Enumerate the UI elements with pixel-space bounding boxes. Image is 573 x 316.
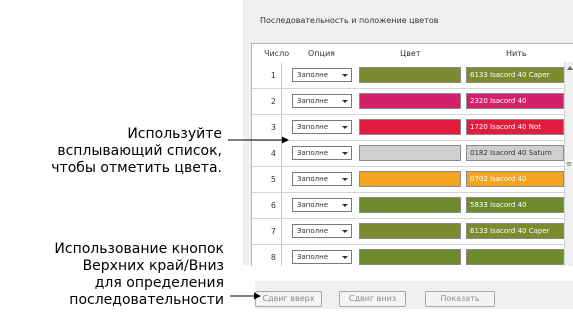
option-dropdown-value: Заполне	[297, 149, 328, 157]
option-dropdown-value: Заполне	[297, 227, 328, 235]
row-number: 1	[252, 63, 282, 89]
option-dropdown[interactable]: Заполне	[292, 120, 352, 134]
color-swatch[interactable]	[359, 145, 461, 161]
callout-buttons-line: последовательности	[69, 292, 224, 308]
thread-label	[466, 249, 564, 265]
chevron-down-icon[interactable]	[342, 126, 348, 129]
row-number: 5	[252, 167, 282, 193]
chevron-down-icon[interactable]	[342, 152, 348, 155]
option-dropdown-value: Заполне	[297, 201, 328, 209]
option-dropdown[interactable]: Заполне	[292, 146, 352, 160]
move-up-button[interactable]: Сдвиг вверх	[255, 291, 322, 307]
thread-label: 2320 Isacord 40	[466, 93, 564, 109]
panel-title: Последовательность и положение цветов	[260, 16, 439, 25]
option-dropdown-value: Заполне	[297, 71, 328, 79]
show-button[interactable]: Показать	[425, 291, 495, 307]
option-dropdown[interactable]: Заполне	[292, 198, 352, 212]
chevron-down-icon[interactable]	[342, 204, 348, 207]
chevron-down-icon[interactable]	[342, 178, 348, 181]
option-dropdown-value: Заполне	[297, 123, 328, 131]
column-header-number: Число	[264, 49, 290, 58]
thread-label: 6133 Isacord 40 Caper	[466, 223, 564, 239]
color-row[interactable]: 7 Заполне 6133 Isacord 40 Caper	[252, 219, 564, 245]
option-dropdown-value: Заполне	[297, 175, 328, 183]
option-dropdown-value: Заполне	[297, 253, 328, 261]
column-header-color: Цвет	[400, 49, 421, 58]
color-row[interactable]: 6 Заполне 5833 Isacord 40	[252, 193, 564, 219]
scroll-grip-icon[interactable]: ≡	[566, 159, 572, 169]
button-bar: Сдвиг вверх Сдвиг вниз Показать	[255, 281, 573, 309]
callout-dropdown-line: всплывающий список,	[57, 143, 222, 159]
callout-buttons-line: для определения	[94, 275, 224, 291]
move-down-button[interactable]: Сдвиг вниз	[339, 291, 406, 307]
thread-label: 6133 Isacord 40 Caper	[466, 67, 564, 83]
callout-dropdown-line: чтобы отметить цвета.	[51, 160, 222, 176]
chevron-down-icon[interactable]	[342, 256, 348, 259]
option-dropdown[interactable]: Заполне	[292, 172, 352, 186]
thread-label: 0702 Isacord 40	[466, 171, 564, 187]
callout-buttons-line: Использование кнопок	[54, 241, 224, 257]
color-row[interactable]: 2 Заполне 2320 Isacord 40	[252, 89, 564, 115]
chevron-down-icon[interactable]	[342, 230, 348, 233]
color-swatch[interactable]	[359, 197, 461, 213]
color-row[interactable]: 3 Заполне 1720 Isacord 40 Not	[252, 115, 564, 141]
thread-label: 0182 Isacord 40 Saturn	[466, 145, 564, 161]
row-number: 7	[252, 219, 282, 245]
color-swatch[interactable]	[359, 171, 461, 187]
color-row[interactable]: 1 Заполне 6133 Isacord 40 Caper	[252, 63, 564, 89]
color-sequence-list[interactable]: Число Опция Цвет Нить 1 Заполне 6133 Isaco…	[251, 43, 573, 266]
color-swatch[interactable]	[359, 119, 461, 135]
row-number: 3	[252, 115, 282, 141]
row-number: 8	[252, 245, 282, 266]
callout-dropdown: Используйте всплывающий список, чтобы от…	[40, 126, 222, 177]
list-header: Число Опция Цвет Нить	[252, 44, 573, 62]
row-number: 6	[252, 193, 282, 219]
option-dropdown[interactable]: Заполне	[292, 68, 352, 82]
chevron-down-icon[interactable]	[342, 74, 348, 77]
thread-label: 5833 Isacord 40	[466, 197, 564, 213]
option-dropdown[interactable]: Заполне	[292, 224, 352, 238]
list-scrollbar[interactable]: ≡	[564, 62, 573, 266]
color-row[interactable]: 8 Заполне	[252, 245, 564, 266]
column-header-thread: Нить	[506, 49, 527, 58]
option-dropdown-value: Заполне	[297, 97, 328, 105]
column-header-option: Опция	[308, 49, 335, 58]
arrow-up-icon[interactable]	[567, 66, 573, 70]
callout-buttons: Использование кнопок Верхних край/Вниз д…	[10, 241, 224, 309]
callout-buttons-line: Верхних край/Вниз	[82, 258, 224, 274]
color-row[interactable]: 4 Заполне 0182 Isacord 40 Saturn	[252, 141, 564, 167]
color-row[interactable]: 5 Заполне 0702 Isacord 40	[252, 167, 564, 193]
callout-dropdown-line: Используйте	[127, 126, 222, 142]
color-swatch[interactable]	[359, 67, 461, 83]
thread-label: 1720 Isacord 40 Not	[466, 119, 564, 135]
color-sequence-panel: Последовательность и положение цветов Чи…	[243, 0, 573, 266]
color-swatch[interactable]	[359, 93, 461, 109]
row-number: 4	[252, 141, 282, 167]
color-swatch[interactable]	[359, 223, 461, 239]
row-number: 2	[252, 89, 282, 115]
option-dropdown[interactable]: Заполне	[292, 94, 352, 108]
color-swatch[interactable]	[359, 249, 461, 265]
option-dropdown[interactable]: Заполне	[292, 250, 352, 264]
chevron-down-icon[interactable]	[342, 100, 348, 103]
